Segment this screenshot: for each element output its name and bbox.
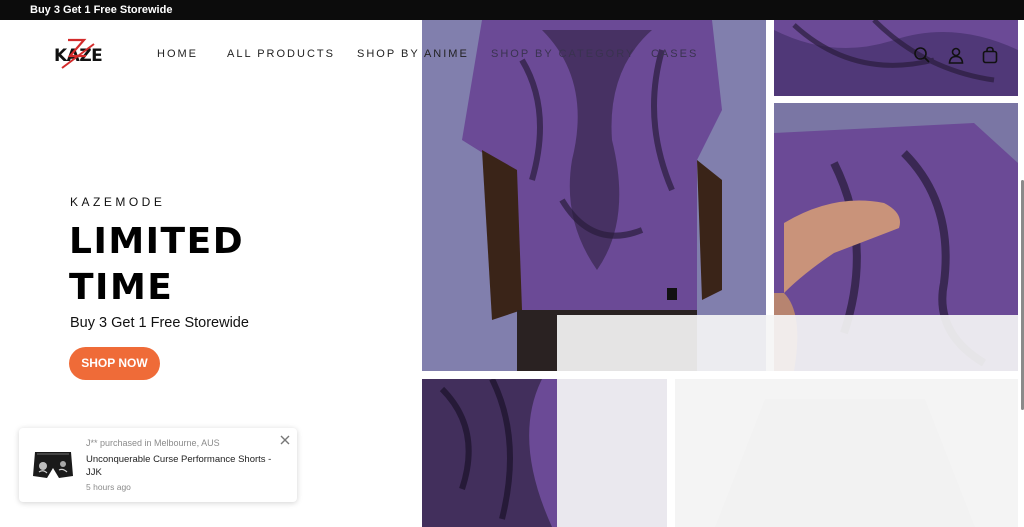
page: Buy 3 Get 1 Free Storewide KAZE HOME ALL…: [0, 0, 1024, 527]
hero-eyebrow: KAZEMODE: [70, 195, 166, 209]
search-icon[interactable]: [912, 45, 932, 65]
account-icon[interactable]: [946, 45, 966, 65]
recent-purchase-popup[interactable]: J** purchased in Melbourne, AUS Unconque…: [19, 428, 297, 502]
nav-item-home[interactable]: HOME: [157, 48, 198, 60]
purchase-time: 5 hours ago: [86, 482, 131, 492]
hero-headline-line-1: LIMITED: [69, 221, 245, 262]
hero-subline: Buy 3 Get 1 Free Storewide: [70, 315, 249, 331]
purchase-location: J** purchased in Melbourne, AUS: [86, 438, 220, 448]
hero-image-fade-overlay: [557, 315, 1018, 371]
store-logo[interactable]: KAZE: [54, 38, 110, 72]
announcement-bar[interactable]: Buy 3 Get 1 Free Storewide: [0, 0, 1024, 20]
nav-item-cases[interactable]: CASES: [651, 48, 698, 60]
logo-mark-icon: [61, 38, 95, 69]
nav-item-shop-by-category[interactable]: SHOP BY CATEGORY: [491, 48, 635, 60]
hero-image-fade-overlay: [675, 379, 1018, 527]
nav-item-shop-by-anime[interactable]: SHOP BY ANIME: [357, 48, 469, 60]
hero-image-fade-overlay: [557, 379, 667, 527]
close-icon[interactable]: [279, 433, 291, 445]
shop-now-button[interactable]: SHOP NOW: [69, 347, 160, 380]
product-thumbnail[interactable]: [31, 442, 75, 486]
hero-image-collage[interactable]: [422, 20, 1024, 527]
hero-headline: LIMITED TIME: [69, 219, 399, 311]
hero-headline-line-2: TIME: [69, 267, 174, 308]
purchase-product-name[interactable]: Unconquerable Curse Performance Shorts -…: [86, 453, 276, 479]
nav-item-all-products[interactable]: ALL PRODUCTS: [227, 48, 335, 60]
cart-icon[interactable]: [980, 45, 1000, 65]
